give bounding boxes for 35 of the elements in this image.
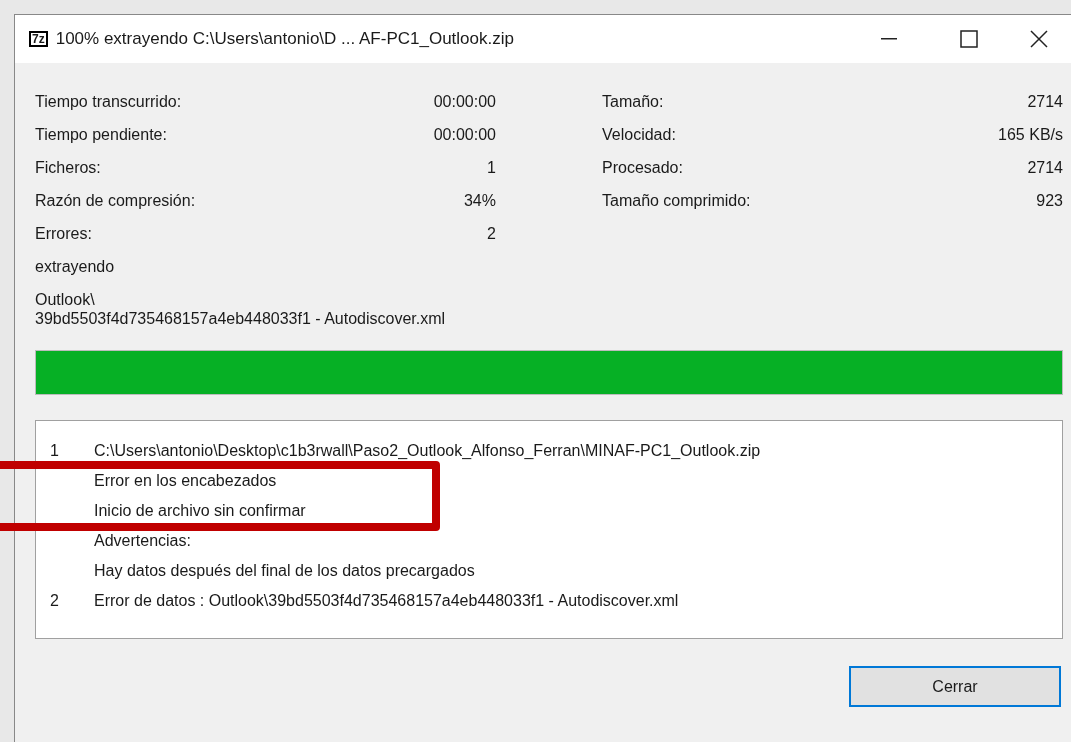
app-icon: 7z [29, 31, 48, 47]
operation-status: extrayendo [35, 257, 116, 277]
stat-value: 2714 [1027, 157, 1063, 178]
current-file-path: 39bd5503f4d735468157a4eb448033f1 - Autodiscover.xml [35, 309, 446, 328]
log-message: Inicio de archivo sin confirmar [94, 501, 306, 521]
minimize-icon [881, 38, 897, 40]
log-message: C:\Users\antonio\Desktop\c1b3rwall\Paso2_Outlook_Alfonso_Ferran\MINAF-PC1_Outlook.zip [94, 441, 761, 461]
stat-label: Razón de compresión: [35, 190, 196, 211]
stat-label: Tiempo transcurrido: [35, 91, 182, 112]
stat-label: Tiempo pendiente: [35, 124, 167, 145]
stat-value: 34% [463, 190, 496, 211]
stat-value: 00:00:00 [433, 124, 496, 145]
stat-value: 2714 [1027, 91, 1063, 112]
stat-value: 00:00:00 [433, 91, 496, 112]
log-number: 2 [50, 591, 59, 611]
close-button[interactable]: Cerrar [849, 666, 1061, 707]
current-file-path: Outlook\ [35, 290, 95, 309]
log-message: Hay datos después del final de los datos precargados [94, 561, 475, 581]
stat-label: Tamaño comprimido: [602, 190, 751, 211]
window-title: 100% extrayendo C:\Users\antonio\D ... AF-PC1_Outlook.zip [55, 28, 514, 51]
stat-value: 1 [487, 157, 496, 178]
log-number: 1 [50, 441, 59, 461]
stat-value: 923 [1036, 190, 1063, 211]
log-message: Error de datos : Outlook\39bd5503f4d735468157a4eb448033f1 - Autodiscover.xml [94, 591, 679, 611]
log-message: Error en los encabezados [94, 471, 277, 491]
stat-label: Tamaño: [602, 91, 664, 112]
stat-label: Errores: [35, 223, 92, 244]
stat-value: 2 [487, 223, 496, 244]
log-message: Advertencias: [94, 531, 191, 551]
stat-label: Ficheros: [35, 157, 101, 178]
stat-value: 165 KB/s [998, 124, 1063, 145]
stat-label: Procesado: [602, 157, 683, 178]
close-icon [1030, 30, 1048, 48]
maximize-icon [960, 30, 978, 48]
stat-label: Velocidad: [602, 124, 676, 145]
